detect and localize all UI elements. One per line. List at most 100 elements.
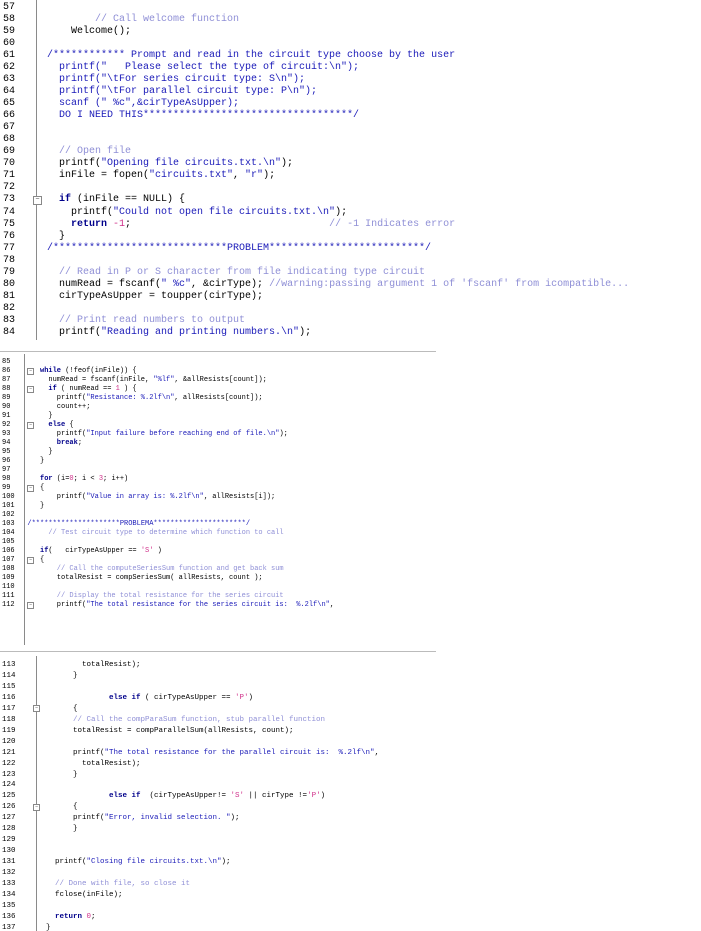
code-line[interactable]: 57	[0, 2, 701, 14]
fold-collapse-icon[interactable]: −	[27, 601, 34, 609]
code-line[interactable]: 131 printf("Closing file circuits.txt.\n"…	[0, 857, 436, 868]
code-line[interactable]: 77 /*****************************PROBLEM*…	[0, 243, 701, 255]
code-line[interactable]: 125 else if (cirTypeAsUpper!= 'S' || cirT…	[0, 791, 436, 802]
code-line[interactable]: 89 printf("Resistance: %.2lf\n", allResis…	[0, 394, 436, 403]
code-line[interactable]: 91}	[0, 412, 436, 421]
line-number: 72	[3, 182, 16, 194]
code-line[interactable]: 76}	[0, 231, 701, 243]
code-line[interactable]: 67	[0, 122, 701, 134]
code-line[interactable]: 104 // Test circuit type to determine whi…	[0, 529, 436, 538]
code-line[interactable]: 73 − if (inFile == NULL) {	[0, 194, 701, 206]
code-line[interactable]: 88 − if ( numRead == 1 ) {	[0, 385, 436, 394]
code-line[interactable]: 100 printf("Value in array is: %.2lf\n", …	[0, 493, 436, 502]
code-line[interactable]: 96}	[0, 457, 436, 466]
code-line[interactable]: 81 cirTypeAsUpper = toupper(cirType);	[0, 291, 701, 303]
code-line[interactable]: 132	[0, 868, 436, 879]
code-text: scanf (" %c",&cirTypeAsUpper);	[59, 98, 239, 110]
code-line[interactable]: 135	[0, 901, 436, 912]
code-line[interactable]: 119 totalResist = compParallelSum(allResi…	[0, 726, 436, 737]
code-line[interactable]: 129	[0, 835, 436, 846]
code-line[interactable]: 80 numRead = fscanf(" %c", &cirType); //w…	[0, 279, 701, 291]
code-line[interactable]: 122 totalResist);	[0, 759, 436, 770]
code-line[interactable]: 94 break;	[0, 439, 436, 448]
code-line[interactable]: 99 −{	[0, 484, 436, 493]
fold-collapse-icon[interactable]: −	[27, 556, 34, 564]
code-line[interactable]: 108 // Call the computeSeriesSum function…	[0, 565, 436, 574]
code-line[interactable]: 78	[0, 255, 701, 267]
code-line[interactable]: 102	[0, 511, 436, 520]
fold-collapse-icon[interactable]: −	[33, 196, 42, 206]
code-line[interactable]: 98 for (i=0; i < 3; i++)	[0, 475, 436, 484]
code-line[interactable]: 61 /************ Prompt and read in the c…	[0, 50, 701, 62]
code-editor-panel-3[interactable]: 113 totalResist); 114} 115 116 else if ( cirT…	[0, 656, 436, 931]
code-line[interactable]: 66 DO I NEED THIS************************…	[0, 110, 701, 122]
code-line[interactable]: 137}	[0, 923, 436, 931]
code-line[interactable]: 115	[0, 682, 436, 693]
code-line[interactable]: 130	[0, 846, 436, 857]
code-line[interactable]: 85	[0, 358, 436, 367]
code-line[interactable]: 63 printf("\tFor series circuit type: S\n…	[0, 74, 701, 86]
code-editor-panel-1[interactable]: 57 58 // Call welcome function 59 Welcome();…	[0, 0, 701, 340]
code-line[interactable]: 83 // Print read numbers to output	[0, 315, 701, 327]
code-line[interactable]: 116 else if ( cirTypeAsUpper == 'P')	[0, 693, 436, 704]
code-line[interactable]: 95}	[0, 448, 436, 457]
code-line[interactable]: 87 numRead = fscanf(inFile, "%lf", &allRe…	[0, 376, 436, 385]
code-line[interactable]: 74 printf("Could not open file circuits.t…	[0, 207, 701, 219]
code-line[interactable]: 128}	[0, 824, 436, 835]
code-line[interactable]: 109 totalResist = compSeriesSum( allResis…	[0, 574, 436, 583]
code-line[interactable]: 82	[0, 303, 701, 315]
code-line[interactable]: 68	[0, 134, 701, 146]
code-line[interactable]: 92 − else {	[0, 421, 436, 430]
code-line[interactable]: 126 − {	[0, 802, 436, 813]
code-line[interactable]: 64 printf("\tFor parallel circuit type: P…	[0, 86, 701, 98]
code-line[interactable]: 59 Welcome();	[0, 26, 701, 38]
code-token: "Input failure before reaching end of fi…	[86, 430, 280, 438]
code-line[interactable]: 133 // Done with file, so close it	[0, 879, 436, 890]
code-line[interactable]: 136 return 0;	[0, 912, 436, 923]
code-line[interactable]: 105	[0, 538, 436, 547]
code-editor-panel-2[interactable]: 85 86− while (!feof(inFile)) {87 numRead = …	[0, 354, 436, 645]
code-line[interactable]: 120	[0, 737, 436, 748]
code-line[interactable]: 110	[0, 583, 436, 592]
code-line[interactable]: 97	[0, 466, 436, 475]
code-line[interactable]: 101}	[0, 502, 436, 511]
code-line[interactable]: 71 inFile = fopen("circuits.txt", "r");	[0, 170, 701, 182]
code-line[interactable]: 121 printf("The total resistance for the …	[0, 748, 436, 759]
line-number: 64	[3, 86, 16, 98]
code-line[interactable]: 70 printf("Opening file circuits.txt.\n")…	[0, 158, 701, 170]
code-line[interactable]: 90 count++;	[0, 403, 436, 412]
fold-collapse-icon[interactable]: −	[33, 705, 40, 713]
code-line[interactable]: 93 printf("Input failure before reaching …	[0, 430, 436, 439]
code-line[interactable]: 86 − while (!feof(inFile)) {	[0, 367, 436, 376]
code-line[interactable]: 75 return -1; // -1 Indicates error	[0, 219, 701, 231]
code-line[interactable]: 58 // Call welcome function	[0, 14, 701, 26]
code-line[interactable]: 114}	[0, 671, 436, 682]
code-line[interactable]: 117 − {	[0, 704, 436, 715]
code-line[interactable]: 69 // Open file	[0, 146, 701, 158]
code-line[interactable]: 106 if( cirTypeAsUpper == 'S' )	[0, 547, 436, 556]
line-number: 105	[2, 538, 15, 546]
code-line[interactable]: 113 totalResist);	[0, 660, 436, 671]
code-line[interactable]: 127 printf("Error, invalid selection. ");	[0, 813, 436, 824]
fold-collapse-icon[interactable]: −	[27, 421, 34, 429]
code-line[interactable]: 72	[0, 182, 701, 194]
fold-collapse-icon[interactable]: −	[33, 803, 40, 811]
code-line[interactable]: 79 // Read in P or S character from file …	[0, 267, 701, 279]
fold-collapse-icon[interactable]: −	[27, 367, 34, 375]
code-line[interactable]: 112 − printf("The total resistance for the…	[0, 601, 436, 610]
fold-collapse-icon[interactable]: −	[27, 385, 34, 393]
code-line[interactable]: 60	[0, 38, 701, 50]
code-line[interactable]: 65 scanf (" %c",&cirTypeAsUpper);	[0, 98, 701, 110]
code-line[interactable]: 107 −{	[0, 556, 436, 565]
code-line[interactable]: 111 // Display the total resistance for t…	[0, 592, 436, 601]
code-line[interactable]: 123}	[0, 770, 436, 781]
fold-collapse-icon[interactable]: −	[27, 484, 34, 492]
code-line[interactable]: 118 // Call the compParaSum function, stu…	[0, 715, 436, 726]
code-line[interactable]: 62 printf(" Please select the type of cir…	[0, 62, 701, 74]
code-line[interactable]: 84 printf("Reading and printing numbers.\…	[0, 327, 701, 339]
line-number: 71	[3, 170, 16, 182]
code-line[interactable]: 103 /*********************PROBLEMA*******…	[0, 520, 436, 529]
code-line[interactable]: 124	[0, 780, 436, 791]
code-token: }	[48, 448, 53, 456]
code-line[interactable]: 134 fclose(inFile);	[0, 890, 436, 901]
